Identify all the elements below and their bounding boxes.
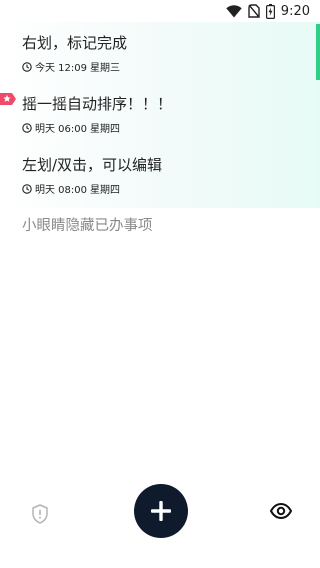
task-time: 今天 12:09 bbox=[35, 63, 87, 74]
hide-completed-hint: 小眼睛隐藏已办事项 bbox=[22, 218, 153, 234]
task-list: 右划，标记完成 今天 12:09 星期三 摇一摇自动排序！！！ 明天 06:00… bbox=[0, 22, 320, 208]
task-time: 明天 08:00 bbox=[35, 185, 87, 196]
task-item[interactable]: 左划/双击，可以编辑 明天 08:00 星期四 bbox=[0, 142, 320, 208]
task-title: 摇一摇自动排序！！！ bbox=[22, 95, 173, 113]
no-sim-icon bbox=[248, 4, 260, 18]
shield-alert-icon[interactable] bbox=[31, 504, 49, 524]
clock-icon bbox=[22, 61, 32, 72]
task-title: 右划，标记完成 bbox=[22, 34, 128, 52]
task-weekday: 星期四 bbox=[90, 124, 120, 135]
plus-icon bbox=[151, 501, 171, 521]
task-item[interactable]: 右划，标记完成 今天 12:09 星期三 bbox=[0, 22, 320, 83]
status-time: 9:20 bbox=[280, 3, 310, 19]
add-task-button[interactable] bbox=[134, 484, 188, 538]
task-weekday: 星期四 bbox=[90, 185, 120, 196]
status-bar: 9:20 bbox=[0, 0, 320, 22]
clock-icon bbox=[22, 122, 32, 133]
battery-charging-icon bbox=[265, 3, 275, 19]
task-title: 左划/双击，可以编辑 bbox=[22, 156, 163, 174]
clock-icon bbox=[22, 183, 32, 194]
task-weekday: 星期三 bbox=[90, 63, 120, 74]
wifi-icon bbox=[226, 4, 242, 17]
task-item[interactable]: 摇一摇自动排序！！！ 明天 06:00 星期四 bbox=[0, 83, 320, 142]
task-time: 明天 06:00 bbox=[35, 124, 87, 135]
eye-icon[interactable] bbox=[270, 503, 292, 519]
task-meta: 明天 08:00 星期四 bbox=[22, 181, 120, 196]
star-badge-icon bbox=[0, 93, 16, 105]
task-meta: 今天 12:09 星期三 bbox=[22, 59, 120, 74]
task-meta: 明天 06:00 星期四 bbox=[22, 120, 120, 135]
